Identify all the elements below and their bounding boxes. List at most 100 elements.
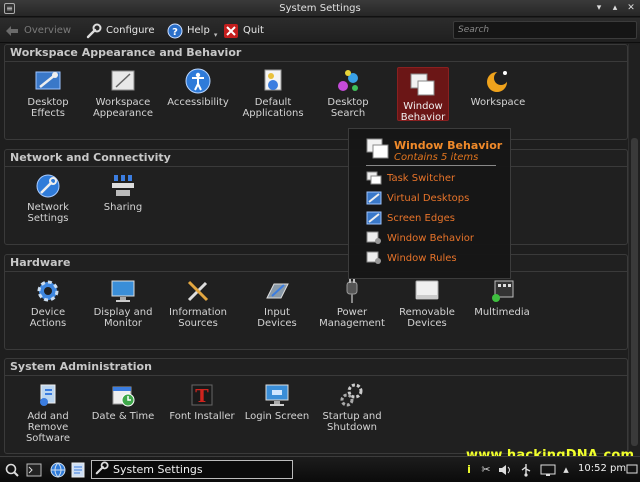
workspace-item[interactable]: Workspace [460, 67, 536, 108]
desktop-effects-item[interactable]: Desktop Effects [10, 67, 86, 119]
sharing-icon [109, 172, 137, 200]
window-behavior-icon [366, 138, 389, 160]
desktop-search-item[interactable]: Desktop Search [310, 67, 386, 119]
item-label: Remove [27, 422, 69, 433]
item-label: Input [264, 307, 290, 318]
device-actions-item[interactable]: Device Actions [10, 277, 86, 329]
info-icon[interactable]: i [461, 461, 477, 478]
taskbar-task-system-settings[interactable]: System Settings [91, 460, 293, 479]
scrollbar-thumb[interactable] [631, 138, 638, 446]
font-installer-item[interactable]: T Font Installer [164, 381, 240, 422]
item-label: Software [25, 433, 71, 444]
login-screen-item[interactable]: Login Screen [239, 381, 315, 422]
add-remove-software-item[interactable]: Add and Remove Software [10, 381, 86, 444]
popup-item-label: Task Switcher [387, 172, 456, 184]
sharing-item[interactable]: Sharing [85, 172, 161, 213]
section-system-administration: System Administration Add and Remove Sof… [4, 358, 628, 454]
configure-button[interactable]: Configure [86, 21, 154, 40]
login-screen-icon [263, 381, 291, 409]
arrow-left-icon [4, 23, 20, 39]
item-label: Effects [31, 108, 65, 119]
network-settings-item[interactable]: Network Settings [10, 172, 86, 224]
default-applications-item[interactable]: Default Applications [235, 67, 311, 119]
close-icon[interactable]: ✕ [624, 0, 638, 17]
display-monitor-item[interactable]: Display and Monitor [85, 277, 161, 329]
popup-item-label: Window Rules [387, 252, 457, 264]
taskbar: System Settings i ✂ ▴ 10:52 pm [0, 456, 640, 482]
section-title: Hardware [10, 256, 71, 269]
chevron-down-icon: ▾ [213, 30, 218, 39]
network-tray-icon[interactable] [540, 461, 556, 478]
item-label: Accessibility [167, 97, 229, 108]
volume-icon[interactable] [497, 461, 513, 478]
file-manager-icon[interactable] [70, 461, 86, 478]
screen-icon[interactable] [624, 461, 640, 478]
desktop-effects-icon [34, 67, 62, 95]
power-management-item[interactable]: Power Management [314, 277, 390, 329]
launcher-icon[interactable] [4, 461, 20, 478]
monitor-icon [109, 277, 137, 305]
popup-item-window-rules[interactable]: Window Rules [366, 250, 457, 266]
browser-globe-icon[interactable] [50, 461, 66, 478]
search-input[interactable] [453, 21, 637, 39]
workspace-appearance-item[interactable]: Workspace Appearance [85, 67, 161, 119]
overview-label: Overview [24, 25, 72, 36]
app-menu-icon[interactable]: ≡ [4, 3, 15, 14]
item-label: Search [330, 108, 366, 119]
screen-edges-icon [366, 210, 382, 226]
item-label: Add and [27, 411, 69, 422]
window-settings-icon [366, 230, 382, 246]
window-rules-icon [366, 250, 382, 266]
maximize-icon[interactable]: ▴ [608, 0, 622, 17]
item-label: Display and [93, 307, 153, 318]
virtual-desktops-icon [366, 190, 382, 206]
window-behavior-item[interactable]: Window Behavior [397, 67, 449, 123]
item-label: Settings [27, 213, 69, 224]
popup-item-virtual-desktops[interactable]: Virtual Desktops [366, 190, 469, 206]
popup-item-task-switcher[interactable]: Task Switcher [366, 170, 455, 186]
task-switcher-icon [366, 170, 382, 186]
item-label: Information [169, 307, 227, 318]
startup-shutdown-item[interactable]: Startup and Shutdown [314, 381, 390, 433]
multimedia-item[interactable]: Multimedia [464, 277, 540, 318]
section-divider [5, 61, 627, 62]
quit-label: Quit [243, 25, 264, 36]
section-workspace: Workspace Appearance and Behavior Deskto… [4, 44, 628, 140]
help-button[interactable]: ? Help ▾ [167, 21, 217, 40]
item-label: Monitor [103, 318, 142, 329]
network-settings-icon [34, 172, 62, 200]
overview-button[interactable]: Overview [4, 21, 71, 40]
accessibility-item[interactable]: Accessibility [160, 67, 236, 108]
quit-button[interactable]: Quit [223, 21, 264, 40]
window-behavior-icon [409, 71, 437, 99]
popup-title: Window Behavior [394, 139, 503, 152]
section-title: Network and Connectivity [10, 151, 171, 164]
minimize-icon[interactable]: ▾ [592, 0, 606, 17]
input-devices-item[interactable]: Input Devices [239, 277, 315, 329]
item-label: Sources [178, 318, 218, 329]
date-time-item[interactable]: Date & Time [85, 381, 161, 422]
terminal-icon[interactable] [26, 461, 42, 478]
popup-item-screen-edges[interactable]: Screen Edges [366, 210, 455, 226]
item-label: Multimedia [474, 307, 530, 318]
popup-item-label: Window Behavior [387, 232, 475, 244]
item-label: Behavior [400, 112, 446, 123]
configure-label: Configure [106, 25, 155, 36]
wrench-icon [86, 23, 102, 39]
item-label: Removable [399, 307, 455, 318]
vertical-scrollbar[interactable] [628, 44, 640, 456]
item-label: Devices [407, 318, 447, 329]
popup-item-window-behavior[interactable]: Window Behavior [366, 230, 474, 246]
workspace-icon [484, 67, 512, 95]
chevron-up-icon[interactable]: ▴ [558, 461, 574, 478]
software-icon [34, 381, 62, 409]
clock[interactable]: 10:52 pm [578, 463, 626, 474]
title-bar: ≡ System Settings ▾ ▴ ✕ [0, 0, 640, 17]
information-sources-item[interactable]: Information Sources [160, 277, 236, 329]
toolbar: Overview Configure ? Help ▾ Quit [0, 18, 640, 43]
removable-devices-item[interactable]: Removable Devices [389, 277, 465, 329]
section-divider [5, 375, 627, 376]
gear-icon [34, 277, 62, 305]
usb-icon[interactable] [518, 461, 534, 478]
scissors-icon[interactable]: ✂ [478, 461, 494, 478]
